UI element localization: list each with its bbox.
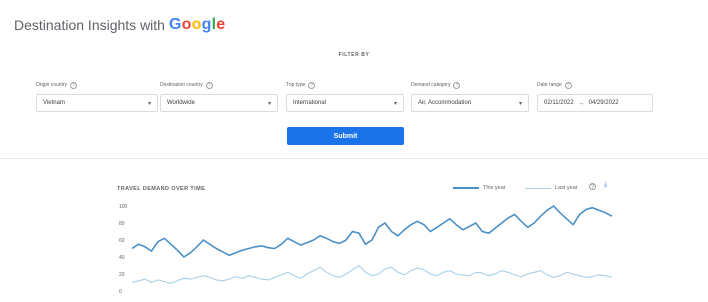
y-tick-label: 20	[119, 272, 125, 278]
y-tick-label: 80	[119, 221, 125, 227]
series-line-last-year	[131, 264, 613, 284]
y-tick-label: 40	[119, 255, 125, 261]
series-line-this-year	[131, 205, 613, 258]
travel-demand-chart: 0 20 40 60 80 100	[119, 204, 613, 295]
y-tick-label: 60	[119, 238, 125, 244]
y-tick-label: 100	[119, 204, 128, 210]
y-tick-label: 0	[119, 289, 122, 295]
